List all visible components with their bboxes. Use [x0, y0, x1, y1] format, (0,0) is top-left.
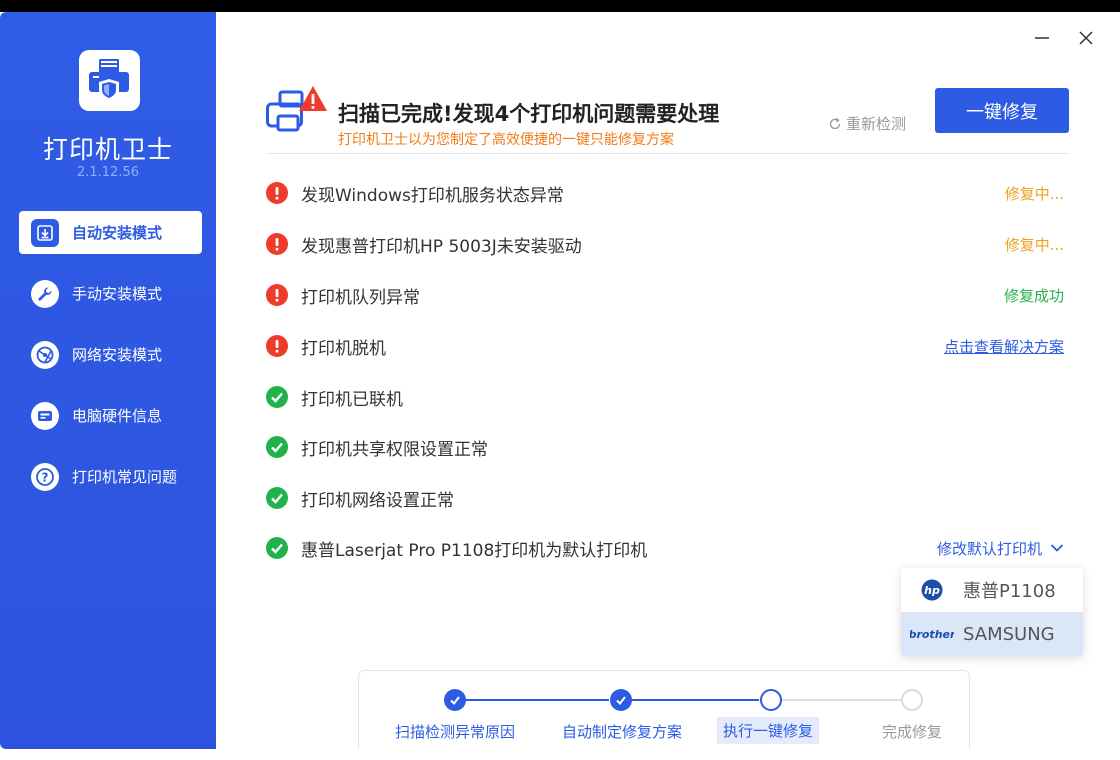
hardware-icon [31, 401, 59, 430]
step-connector [631, 699, 759, 701]
check-icon [266, 487, 288, 509]
dropdown-option-hp[interactable]: hp 惠普P1108 [901, 568, 1083, 612]
close-button[interactable] [1071, 26, 1101, 50]
recheck-button[interactable]: 重新检测 [828, 113, 906, 134]
sidebar-item-label: 电脑硬件信息 [72, 407, 163, 425]
error-icon [266, 233, 288, 255]
issue-row: 打印机脱机 点击查看解决方案 [266, 331, 1070, 361]
issue-text: 打印机已联机 [301, 389, 403, 410]
recheck-label: 重新检测 [846, 115, 907, 133]
step-label: 自动制定修复方案 [562, 723, 683, 741]
step-label: 扫描检测异常原因 [395, 723, 516, 741]
progress-steps-panel: 扫描检测异常原因 自动制定修复方案 执行一键修复 完成修复 [358, 670, 970, 749]
issue-text: 发现惠普打印机HP 5003J未安装驱动 [301, 236, 582, 257]
printer-alert-icon [266, 84, 328, 146]
app-logo [79, 50, 140, 111]
step-connector [781, 699, 901, 701]
error-icon [266, 335, 288, 357]
page-title: 扫描已完成!发现4个打印机问题需要处理 [338, 102, 720, 126]
check-icon [266, 537, 288, 559]
issue-row: 打印机共享权限设置正常 [266, 432, 1070, 462]
sidebar-item-manual-install[interactable]: 手动安装模式 [19, 272, 202, 315]
error-icon [266, 182, 288, 204]
dropdown-option-label: 惠普P1108 [963, 581, 1056, 602]
step-done-icon [444, 689, 466, 711]
issue-row: 打印机队列异常 修复成功 [266, 280, 1070, 310]
hp-logo-icon: hp [901, 579, 963, 601]
question-icon: ? [31, 462, 59, 491]
minimize-icon [1035, 37, 1049, 39]
issue-status: 修复中... [1004, 184, 1064, 203]
error-icon [266, 284, 288, 306]
issue-row: 打印机网络设置正常 [266, 483, 1070, 513]
printer-shield-icon [89, 59, 129, 101]
issue-row: 发现Windows打印机服务状态异常 修复中... [266, 178, 1070, 208]
issue-text: 打印机队列异常 [301, 287, 420, 308]
sidebar-item-label: 打印机常见问题 [72, 468, 178, 486]
printer-dropdown: hp 惠普P1108 brother SAMSUNG [901, 568, 1083, 656]
wrench-icon [31, 279, 59, 308]
brother-logo-icon: brother [901, 627, 963, 641]
check-icon [266, 436, 288, 458]
issue-text: 发现Windows打印机服务状态异常 [301, 185, 564, 206]
step-label: 完成修复 [882, 723, 943, 741]
issue-text: 打印机脱机 [301, 338, 386, 359]
sidebar-item-hardware-info[interactable]: 电脑硬件信息 [19, 394, 202, 437]
header-divider [266, 153, 1070, 154]
sidebar-item-network-install[interactable]: 网络安装模式 [19, 333, 202, 376]
sidebar-item-faq[interactable]: ? 打印机常见问题 [19, 455, 202, 498]
dropdown-option-samsung[interactable]: brother SAMSUNG [901, 612, 1083, 656]
default-printer-select-label: 修改默认打印机 [936, 539, 1042, 558]
app-window: 打印机卫士 2.1.12.56 自动安装模式 手动安装模式 网络安装模式 电脑硬… [0, 12, 1120, 749]
issue-row: 打印机已联机 [266, 382, 1070, 412]
screen-top-strip [0, 0, 1120, 12]
issue-status: 修复中... [1004, 235, 1064, 254]
page-subtitle: 打印机卫士以为您制定了高效便捷的一键只能修复方案 [338, 132, 674, 148]
svg-text:brother: brother [910, 628, 954, 641]
sidebar-item-label: 网络安装模式 [72, 346, 163, 364]
step-label-current: 执行一键修复 [717, 717, 820, 744]
minimize-button[interactable] [1027, 26, 1057, 50]
step-current-icon [760, 689, 782, 711]
app-title: 打印机卫士 [42, 135, 173, 164]
default-printer-select[interactable]: 修改默认打印机 [937, 538, 1064, 559]
sidebar-item-label: 手动安装模式 [72, 285, 163, 303]
chevron-down-icon [1050, 544, 1064, 552]
sidebar-item-auto-install[interactable]: 自动安装模式 [19, 211, 202, 254]
issue-text: 打印机共享权限设置正常 [301, 439, 488, 460]
view-solution-link[interactable]: 点击查看解决方案 [944, 336, 1064, 357]
svg-text:hp: hp [924, 584, 940, 597]
issue-row: 发现惠普打印机HP 5003J未安装驱动 修复中... [266, 229, 1070, 259]
refresh-icon [829, 117, 841, 129]
issue-row: 惠普Laserjat Pro P1108打印机为默认打印机 修改默认打印机 [266, 533, 1070, 563]
step-done-icon [610, 689, 632, 711]
dropdown-option-label: SAMSUNG [963, 623, 1055, 645]
step-pending-icon [901, 689, 923, 711]
close-icon [1079, 31, 1093, 45]
download-box-icon [31, 218, 59, 247]
network-icon [31, 340, 59, 369]
issue-status: 修复成功 [1003, 286, 1064, 305]
issue-text: 惠普Laserjat Pro P1108打印机为默认打印机 [301, 540, 648, 561]
sidebar: 打印机卫士 2.1.12.56 自动安装模式 手动安装模式 网络安装模式 电脑硬… [0, 12, 216, 749]
check-icon [266, 386, 288, 408]
step-connector [465, 699, 609, 701]
svg-text:?: ? [42, 470, 49, 484]
app-version: 2.1.12.56 [76, 165, 140, 180]
sidebar-item-label: 自动安装模式 [72, 224, 163, 242]
one-click-fix-button[interactable]: 一键修复 [935, 88, 1069, 133]
issue-text: 打印机网络设置正常 [301, 490, 454, 511]
